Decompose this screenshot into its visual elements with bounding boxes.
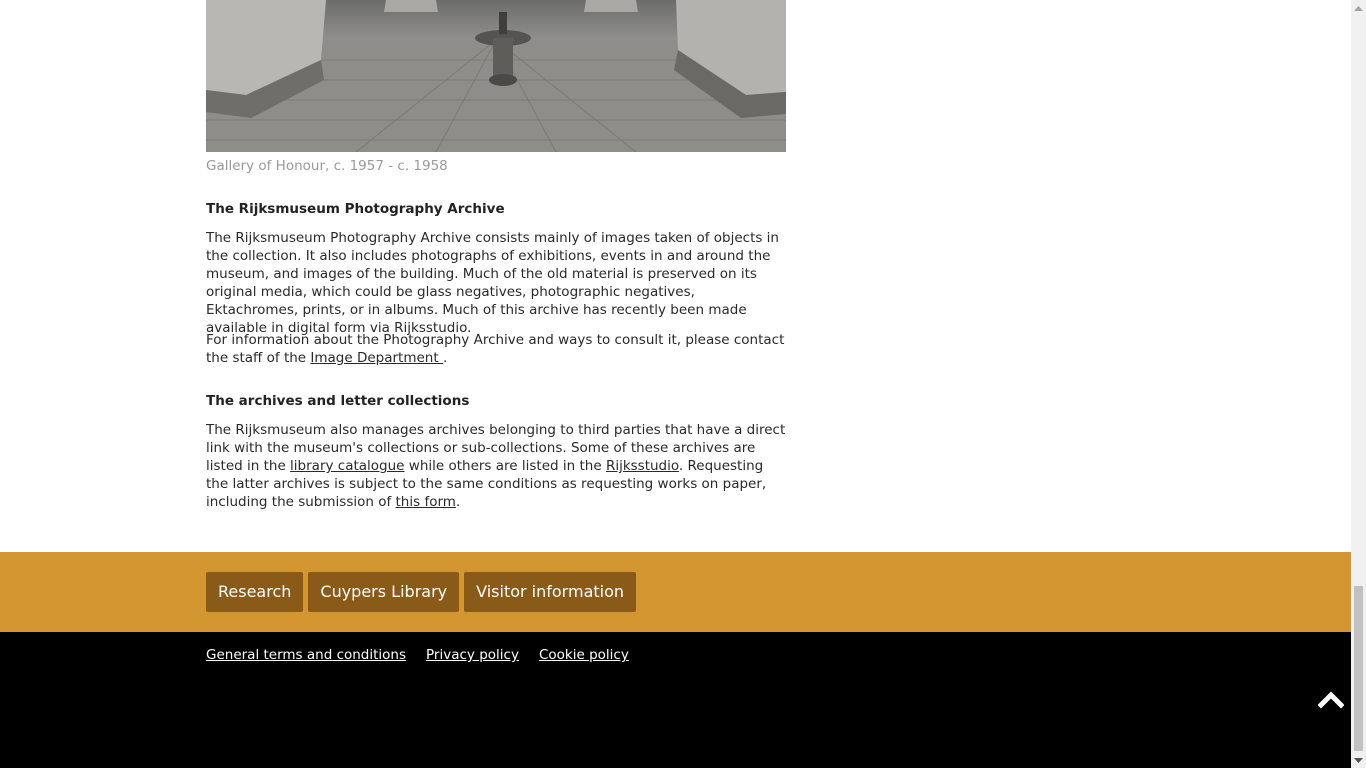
archives-text-2: while others are listed in the <box>404 458 606 474</box>
scroll-down-arrow-icon[interactable] <box>1351 753 1366 768</box>
section-navigation-buttons: Research Cuypers Library Visitor informa… <box>206 572 637 612</box>
this-form-link[interactable]: this form <box>396 494 456 510</box>
photo-caption: Gallery of Honour, c. 1957 - c. 1958 <box>206 158 448 174</box>
photo-archive-heading: The Rijksmuseum Photography Archive <box>206 201 505 217</box>
image-department-link[interactable]: Image Department <box>310 350 443 366</box>
gallery-photo-drawing <box>206 0 786 152</box>
section-navigation-band: Research Cuypers Library Visitor informa… <box>0 552 1351 632</box>
contact-text: For information about the Photography Ar… <box>206 332 785 366</box>
rijksstudio-link[interactable]: Rijksstudio <box>606 458 679 474</box>
privacy-policy-link[interactable]: Privacy policy <box>426 647 519 663</box>
archives-heading: The archives and letter collections <box>206 393 470 409</box>
visitor-information-button[interactable]: Visitor information <box>464 572 637 612</box>
archives-paragraph: The Rijksmuseum also manages archives be… <box>206 421 786 511</box>
cookie-policy-link[interactable]: Cookie policy <box>539 647 629 663</box>
research-button[interactable]: Research <box>206 572 304 612</box>
photo-archive-paragraph: The Rijksmuseum Photography Archive cons… <box>206 230 779 336</box>
archives-text-4: . <box>455 494 461 510</box>
general-terms-link[interactable]: General terms and conditions <box>206 647 406 663</box>
cuypers-library-button[interactable]: Cuypers Library <box>308 572 460 612</box>
contact-text-end: . <box>442 350 448 366</box>
library-catalogue-link[interactable]: library catalogue <box>290 458 404 474</box>
gallery-photo <box>206 0 786 152</box>
scrollbar-thumb[interactable] <box>1354 586 1363 751</box>
photo-archive-contact-paragraph: For information about the Photography Ar… <box>206 331 786 367</box>
chevron-up-icon[interactable] <box>1317 686 1345 710</box>
page: Gallery of Honour, c. 1957 - c. 1958 The… <box>0 0 1351 768</box>
scrollbar[interactable] <box>1351 0 1366 768</box>
scroll-up-arrow-icon[interactable] <box>1351 0 1366 15</box>
footer-links: General terms and conditions Privacy pol… <box>206 647 629 663</box>
footer: General terms and conditions Privacy pol… <box>0 632 1351 768</box>
